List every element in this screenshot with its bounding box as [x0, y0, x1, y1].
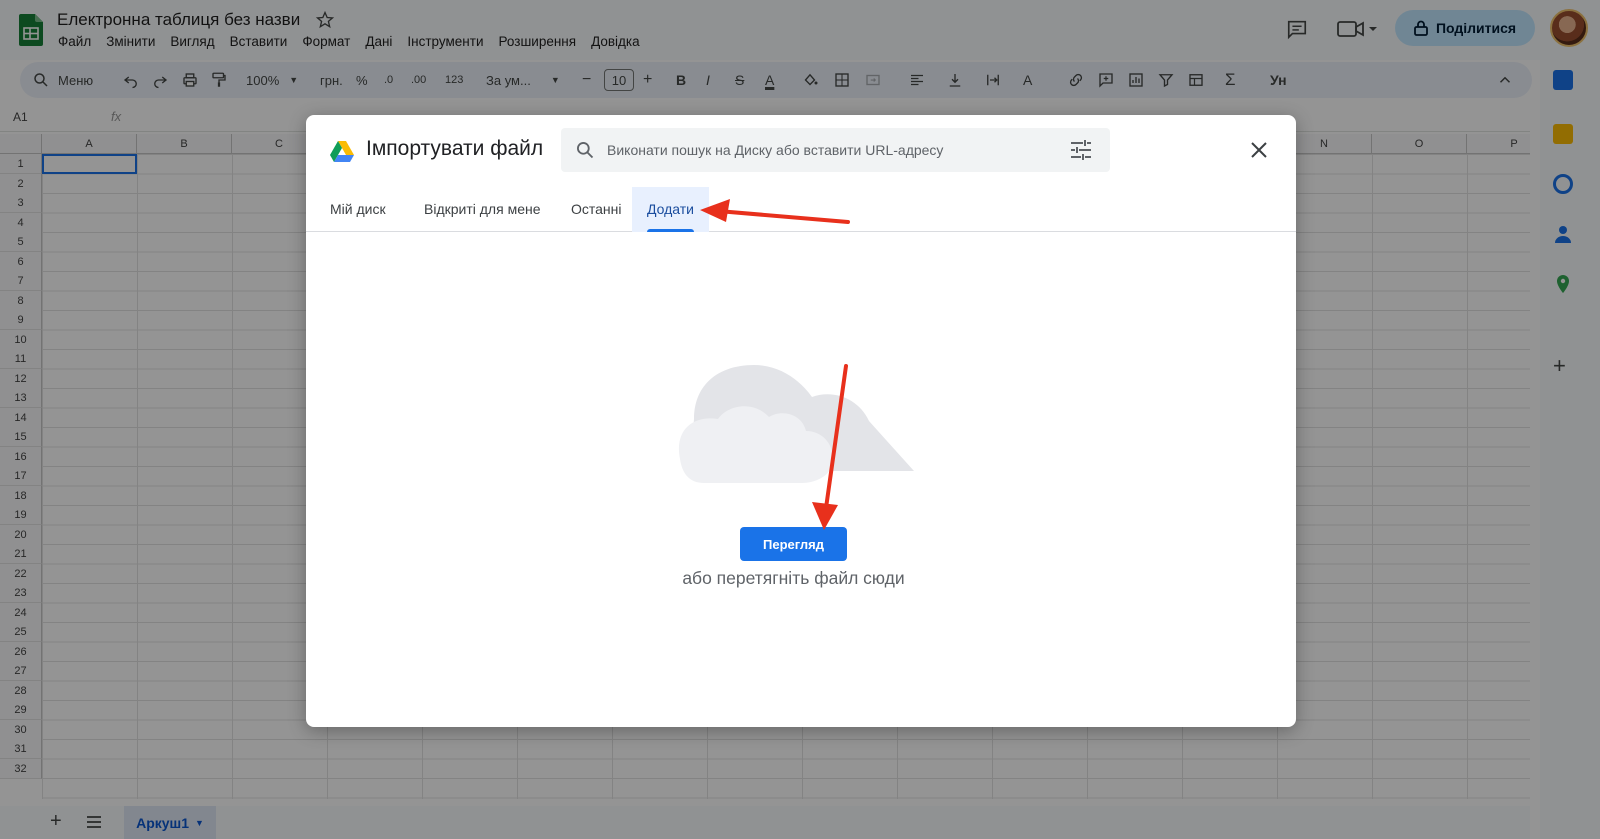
- close-icon[interactable]: [1250, 141, 1268, 159]
- search-icon[interactable]: [575, 140, 595, 160]
- tab-my-drive[interactable]: Мій диск: [315, 187, 401, 232]
- drop-zone-hint: або перетягніть файл сюди: [682, 568, 905, 588]
- drive-search-input[interactable]: [607, 128, 1047, 172]
- import-file-dialog: Імпортувати файл Мій диск Відкриті для м…: [306, 115, 1296, 727]
- google-drive-icon: [330, 141, 354, 162]
- drive-search-box: [561, 128, 1110, 172]
- dialog-tabs: Мій диск Відкриті для мене Останні Додат…: [306, 187, 1296, 232]
- tab-upload[interactable]: Додати: [632, 187, 709, 232]
- tab-shared-with-me[interactable]: Відкриті для мене: [409, 187, 556, 232]
- search-options-icon[interactable]: [1070, 140, 1092, 160]
- tab-recent[interactable]: Останні: [556, 187, 637, 232]
- dialog-title: Імпортувати файл: [366, 137, 544, 160]
- browse-button[interactable]: Перегляд: [740, 527, 847, 561]
- cloud-illustration: [678, 365, 914, 483]
